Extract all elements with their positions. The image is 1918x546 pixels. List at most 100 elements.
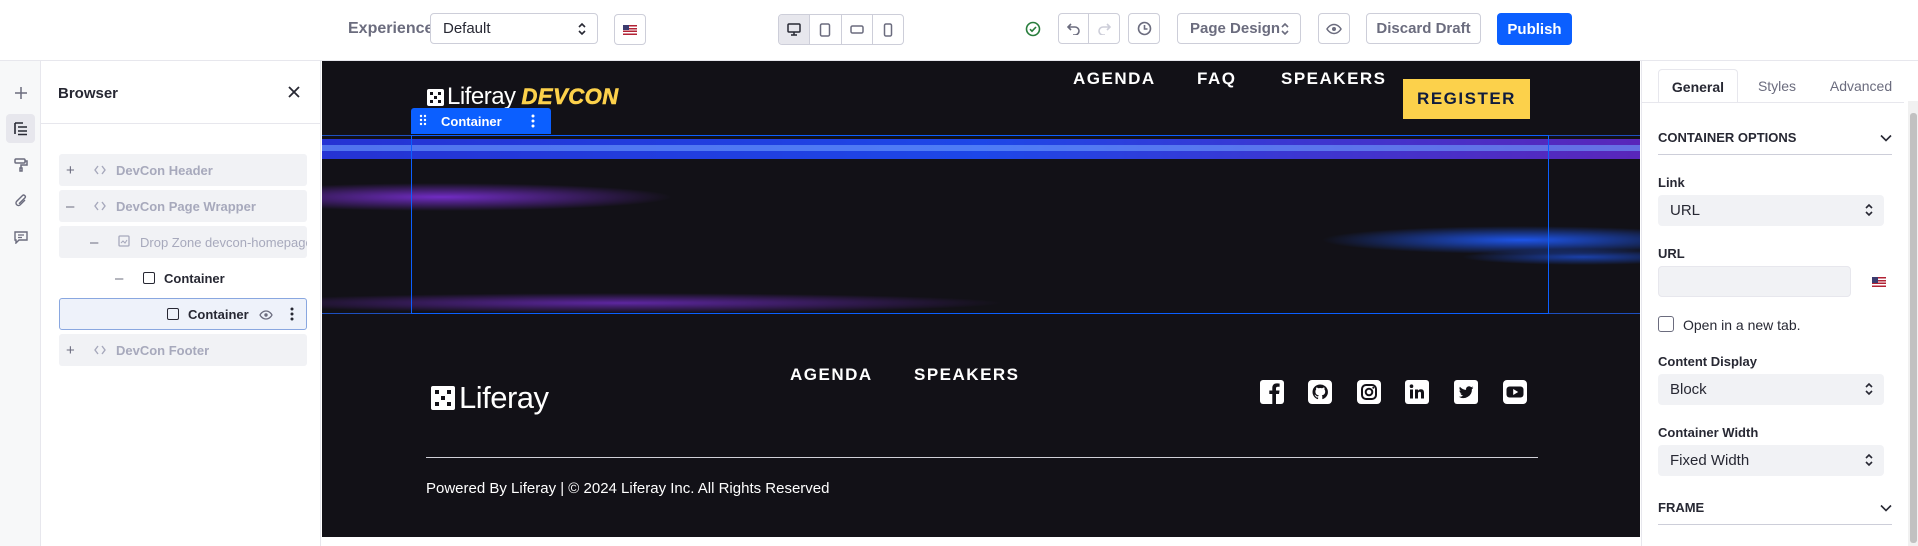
url-input[interactable] bbox=[1658, 266, 1851, 297]
github-icon[interactable] bbox=[1307, 379, 1333, 405]
container-width-select[interactable]: Fixed Width bbox=[1658, 445, 1884, 476]
facebook-icon[interactable] bbox=[1259, 379, 1285, 405]
tab-advanced[interactable]: Advanced bbox=[1816, 69, 1906, 103]
phone-landscape-icon bbox=[849, 25, 864, 34]
history-button[interactable] bbox=[1128, 13, 1160, 44]
portrait-phone-device-button[interactable] bbox=[873, 15, 903, 44]
language-selector-button[interactable] bbox=[614, 14, 646, 45]
liferay-devcon-logo[interactable]: Liferay DEVCON bbox=[427, 83, 619, 111]
expand-toggle[interactable]: + bbox=[66, 342, 75, 359]
youtube-icon[interactable] bbox=[1502, 379, 1528, 405]
tab-styles[interactable]: Styles bbox=[1742, 69, 1812, 103]
tab-general[interactable]: General bbox=[1658, 69, 1738, 103]
twitter-icon[interactable] bbox=[1453, 379, 1479, 405]
publish-button[interactable]: Publish bbox=[1497, 13, 1572, 45]
footer-logo-text: Liferay bbox=[459, 380, 549, 415]
divider bbox=[41, 123, 320, 124]
nav-link-agenda[interactable]: AGENDA bbox=[1073, 69, 1156, 89]
tree-item-container-selected[interactable]: Container bbox=[59, 298, 307, 330]
sort-caret-icon bbox=[1280, 22, 1290, 36]
desktop-icon bbox=[787, 23, 801, 36]
container-width-label: Container Width bbox=[1658, 425, 1759, 440]
tree-item-devcon-header[interactable]: + DevCon Header bbox=[59, 154, 307, 186]
page-canvas: Liferay DEVCON AGENDA FAQ SPEAKERS REGIS… bbox=[322, 61, 1640, 537]
tree-item-drop-zone[interactable]: – Drop Zone devcon-homepage-content bbox=[59, 226, 307, 258]
kebab-menu-icon[interactable] bbox=[531, 114, 535, 131]
paint-roller-icon bbox=[13, 157, 28, 172]
section-divider bbox=[1658, 154, 1892, 155]
add-fragments-button[interactable] bbox=[6, 78, 35, 107]
instagram-icon[interactable] bbox=[1356, 379, 1382, 405]
collapse-toggle[interactable]: – bbox=[90, 234, 98, 251]
footer-link-speakers[interactable]: SPEAKERS bbox=[914, 365, 1020, 385]
page-design-options-button[interactable] bbox=[6, 150, 35, 179]
tree-item-label: Container bbox=[188, 306, 249, 322]
collapse-toggle[interactable]: – bbox=[115, 270, 123, 287]
copyright-text: Powered By Liferay | © 2024 Liferay Inc.… bbox=[426, 480, 830, 497]
redo-button[interactable] bbox=[1089, 14, 1119, 43]
logo-text: Liferay bbox=[447, 83, 516, 110]
tree-item-devcon-page-wrapper[interactable]: – DevCon Page Wrapper bbox=[59, 190, 307, 222]
devcon-text: DEVCON bbox=[521, 84, 619, 110]
footer-link-agenda[interactable]: AGENDA bbox=[790, 365, 873, 385]
sidebar-icon-rail bbox=[0, 61, 41, 546]
tablet-device-button[interactable] bbox=[810, 15, 842, 44]
container-icon bbox=[143, 272, 155, 284]
browser-title: Browser bbox=[58, 85, 119, 102]
url-language-button[interactable] bbox=[1872, 277, 1886, 287]
eye-icon[interactable] bbox=[259, 308, 273, 323]
experience-value: Default bbox=[443, 20, 491, 37]
liferay-logo-icon bbox=[431, 386, 455, 410]
container-topper[interactable]: Container bbox=[411, 108, 551, 134]
expand-toggle[interactable]: + bbox=[66, 162, 75, 179]
panel-scrollbar-thumb[interactable] bbox=[1910, 113, 1917, 543]
collapse-toggle[interactable]: – bbox=[66, 198, 74, 215]
chevron-down-icon bbox=[1880, 500, 1892, 515]
nav-link-speakers[interactable]: SPEAKERS bbox=[1281, 69, 1387, 89]
sort-caret-icon bbox=[1864, 203, 1874, 221]
close-browser-button[interactable] bbox=[287, 85, 301, 104]
link-select[interactable]: URL bbox=[1658, 195, 1884, 226]
discard-draft-button[interactable]: Discard Draft bbox=[1366, 13, 1481, 44]
section-title: CONTAINER OPTIONS bbox=[1658, 130, 1797, 145]
content-display-value: Block bbox=[1670, 381, 1707, 398]
page-design-select[interactable]: Page Design bbox=[1177, 13, 1301, 44]
code-icon bbox=[94, 199, 106, 214]
saved-check-icon bbox=[1025, 21, 1041, 37]
undo-button[interactable] bbox=[1059, 14, 1090, 43]
tree-item-devcon-footer[interactable]: + DevCon Footer bbox=[59, 334, 307, 366]
selected-container-outline[interactable] bbox=[411, 135, 1549, 314]
register-button[interactable]: REGISTER bbox=[1403, 79, 1530, 119]
sort-caret-icon bbox=[1864, 382, 1874, 400]
desktop-device-button[interactable] bbox=[779, 15, 811, 44]
drop-zone-icon bbox=[118, 235, 130, 250]
content-display-select[interactable]: Block bbox=[1658, 374, 1884, 405]
open-new-tab-label: Open in a new tab. bbox=[1683, 317, 1801, 333]
sort-caret-icon bbox=[1864, 453, 1874, 471]
container-icon bbox=[167, 308, 179, 320]
link-label: Link bbox=[1658, 175, 1685, 190]
code-icon bbox=[94, 163, 106, 178]
kebab-menu-icon[interactable] bbox=[290, 307, 294, 324]
footer-liferay-logo[interactable]: Liferay bbox=[431, 380, 549, 416]
container-options-header[interactable]: CONTAINER OPTIONS bbox=[1658, 130, 1892, 145]
linkedin-icon[interactable] bbox=[1404, 379, 1430, 405]
drag-handle-icon[interactable] bbox=[419, 114, 427, 129]
browser-tab-button[interactable] bbox=[6, 114, 35, 143]
top-toolbar: Experience Default Page Design Discard D… bbox=[0, 0, 1918, 61]
liferay-logo-icon bbox=[427, 88, 444, 106]
tree-item-container-parent[interactable]: – Container bbox=[59, 262, 307, 294]
experience-select[interactable]: Default bbox=[430, 13, 598, 44]
sort-caret-icon bbox=[577, 22, 587, 36]
landscape-phone-device-button[interactable] bbox=[842, 15, 873, 44]
open-new-tab-checkbox[interactable] bbox=[1658, 316, 1674, 332]
preview-button[interactable] bbox=[1318, 13, 1350, 44]
link-select-value: URL bbox=[1670, 202, 1701, 219]
undo-icon bbox=[1067, 22, 1080, 35]
mappings-button[interactable] bbox=[6, 186, 35, 215]
nav-link-faq[interactable]: FAQ bbox=[1197, 69, 1236, 89]
plus-icon bbox=[14, 86, 27, 99]
comments-button[interactable] bbox=[6, 222, 35, 251]
chevron-down-icon bbox=[1880, 130, 1892, 145]
frame-section-header[interactable]: FRAME bbox=[1658, 500, 1892, 515]
